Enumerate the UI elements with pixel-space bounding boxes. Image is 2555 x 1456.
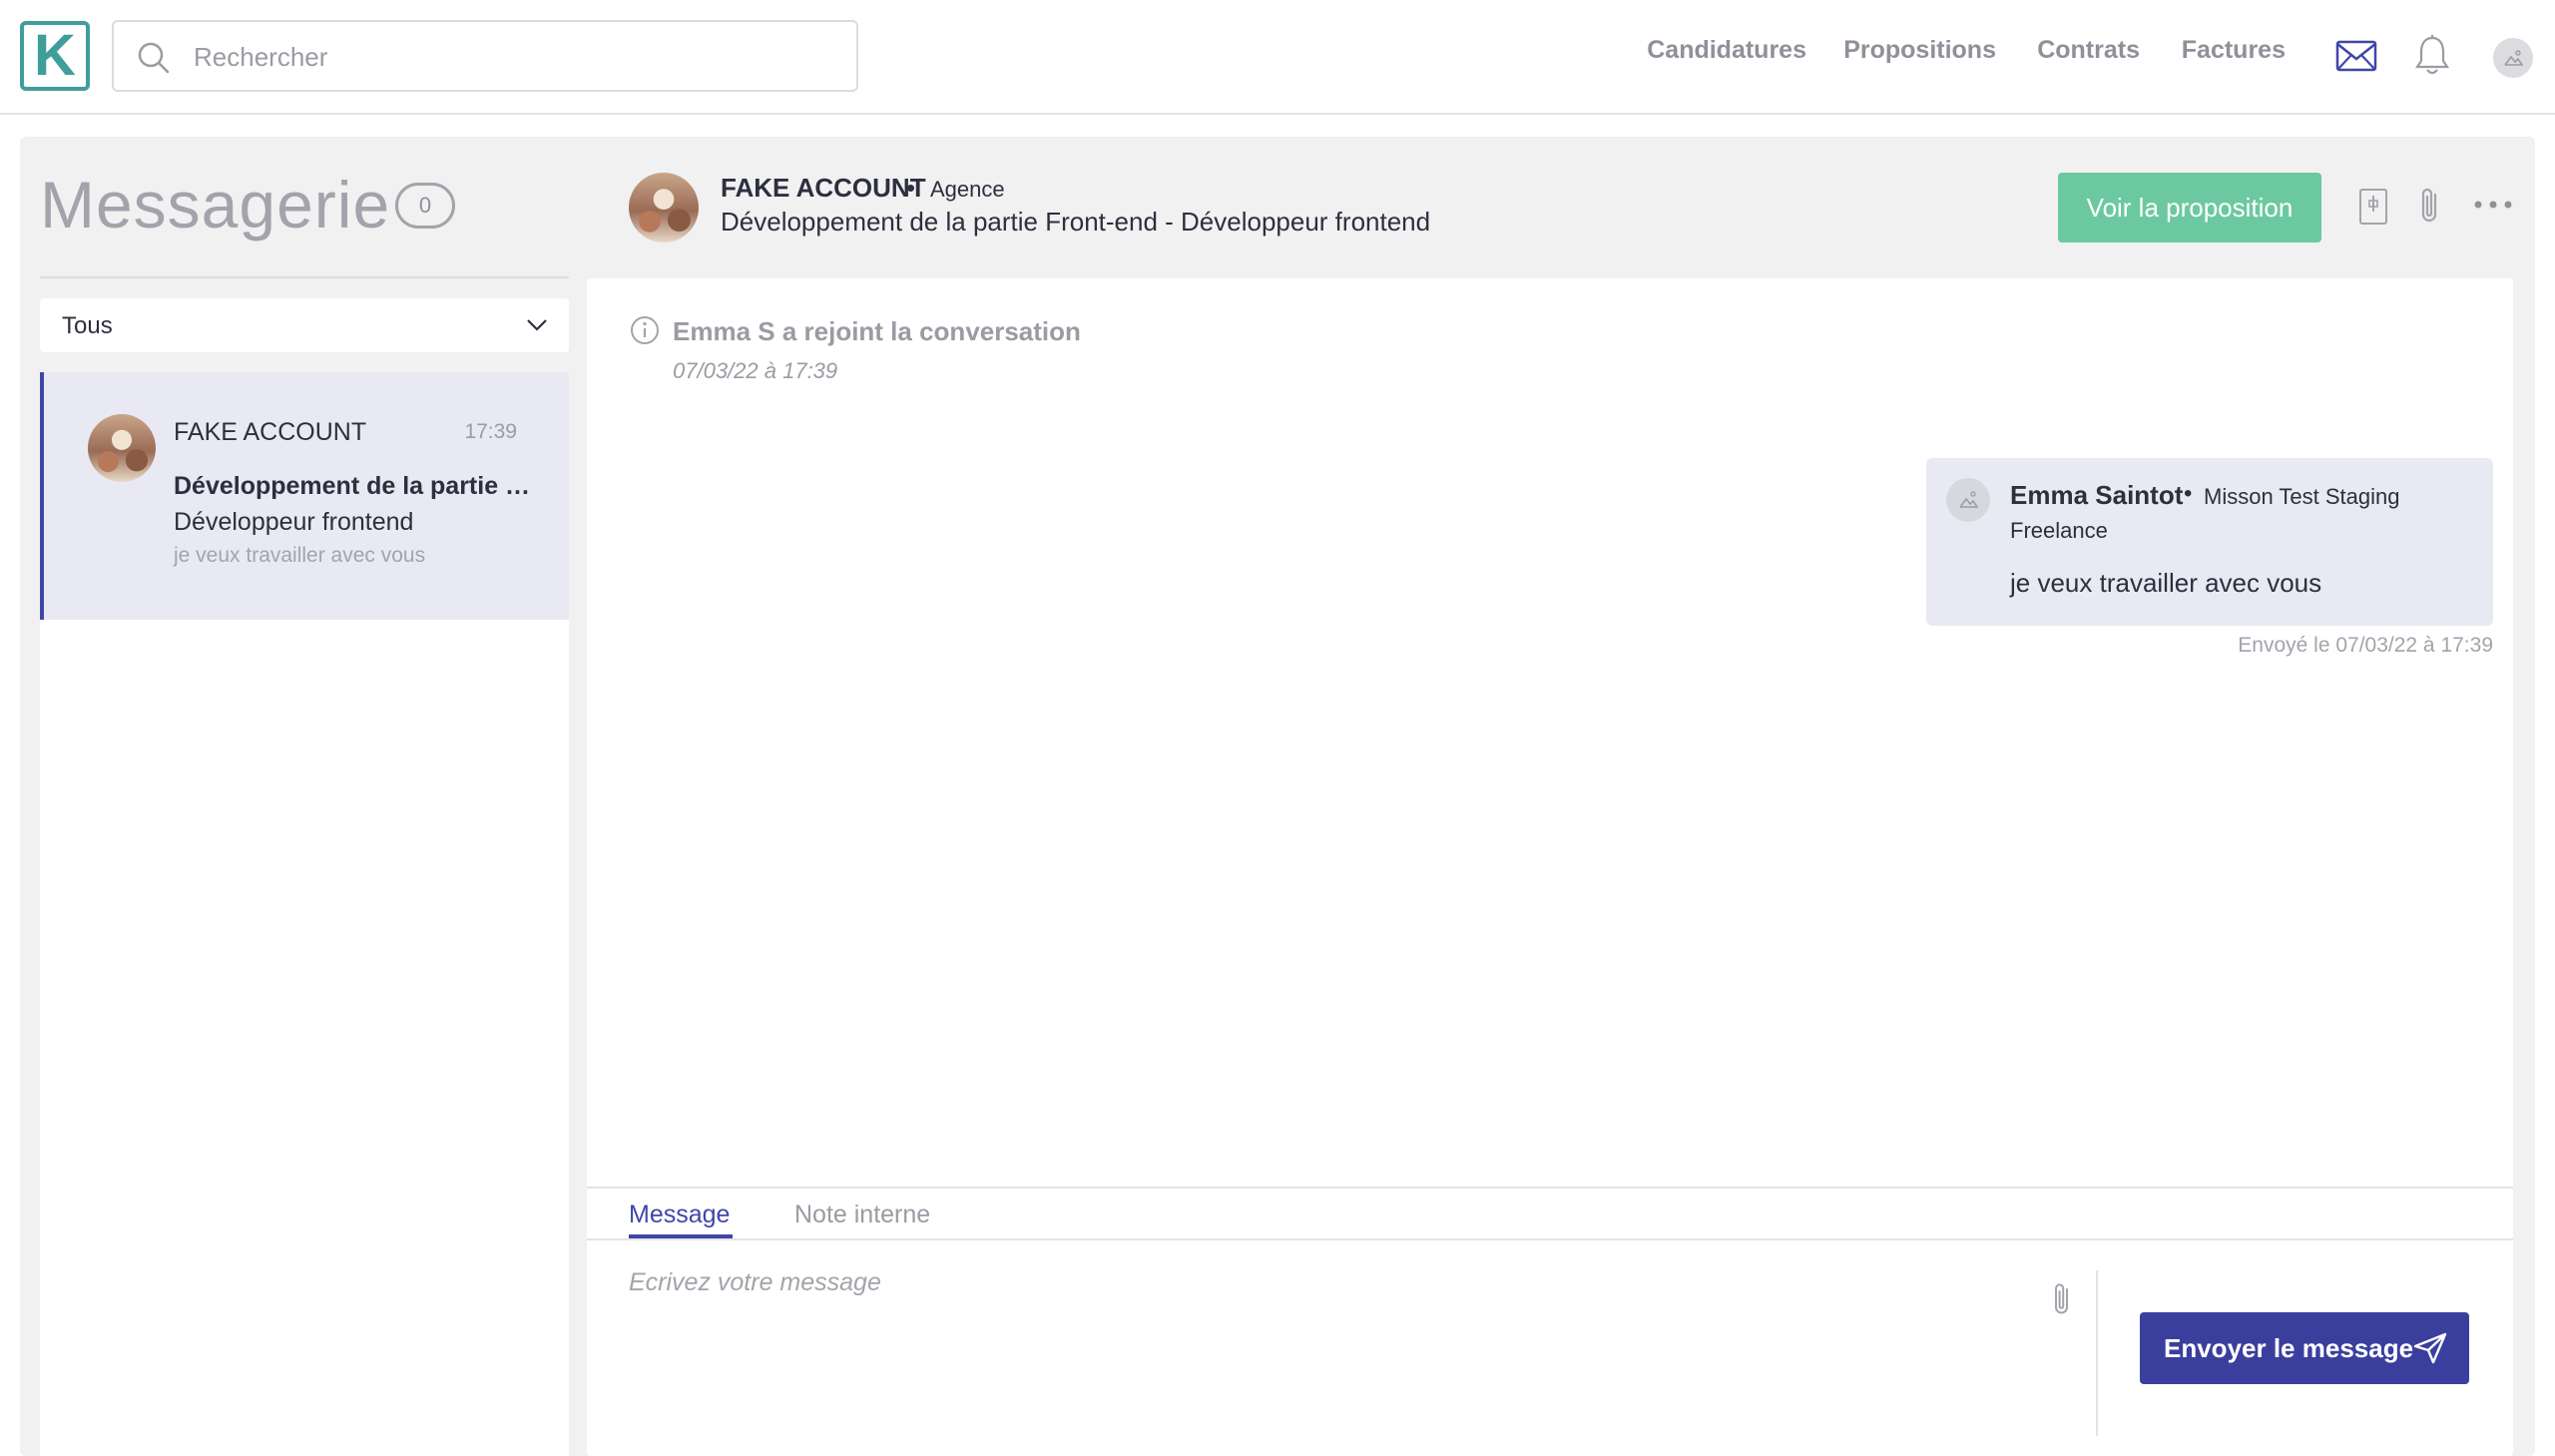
message-body: je veux travailler avec vous bbox=[2010, 568, 2322, 598]
conversation-role: Développeur frontend bbox=[174, 508, 414, 536]
message-sent-timestamp: Envoyé le 07/03/22 à 17:39 bbox=[2238, 634, 2493, 657]
more-options-icon[interactable] bbox=[2473, 199, 2513, 211]
tabs-divider bbox=[587, 1238, 2513, 1240]
message-separator: • bbox=[2184, 480, 2193, 507]
info-icon bbox=[631, 316, 659, 344]
message-mission: Misson Test Staging bbox=[2204, 484, 2400, 509]
view-proposal-button[interactable]: Voir la proposition bbox=[2058, 173, 2321, 243]
message-thread-panel: Emma S a rejoint la conversation 07/03/2… bbox=[587, 278, 2513, 1456]
search-box[interactable] bbox=[112, 20, 858, 92]
conversation-preview: je veux travailler avec vous bbox=[174, 544, 426, 567]
conversation-subject: Développement de la partie Front-end bbox=[174, 472, 543, 500]
messaging-frame: Messagerie 0 Tous FAKE ACCOUNT 17:39 Dév… bbox=[20, 137, 2535, 1456]
conversation-header: FAKE ACCOUNT • Agence Développement de l… bbox=[609, 137, 2535, 276]
conversation-sidebar: Messagerie 0 Tous FAKE ACCOUNT 17:39 Dév… bbox=[20, 137, 569, 1456]
mail-icon[interactable] bbox=[2335, 40, 2377, 72]
conversation-list: FAKE ACCOUNT 17:39 Développement de la p… bbox=[40, 372, 569, 1456]
composer-vertical-divider bbox=[2096, 1270, 2098, 1436]
conversation-list-item[interactable]: FAKE ACCOUNT 17:39 Développement de la p… bbox=[40, 372, 569, 620]
contact-avatar bbox=[88, 414, 156, 482]
send-icon bbox=[2413, 1332, 2447, 1364]
message-bubble: Emma Saintot • Misson Test Staging Freel… bbox=[1926, 458, 2493, 626]
attachment-icon[interactable] bbox=[2417, 185, 2443, 227]
sidebar-divider bbox=[40, 276, 569, 278]
logo-letter: K bbox=[34, 23, 76, 88]
sender-avatar bbox=[1946, 478, 1990, 522]
header-contact-role: Agence bbox=[930, 177, 1005, 202]
system-event-text: Emma S a rejoint la conversation bbox=[673, 316, 1081, 346]
document-icon[interactable] bbox=[2357, 187, 2389, 227]
nav-link-factures[interactable]: Factures bbox=[2182, 36, 2286, 65]
send-message-button[interactable]: Envoyer le message bbox=[2140, 1312, 2469, 1384]
message-input[interactable] bbox=[627, 1266, 2014, 1436]
nav-link-propositions[interactable]: Propositions bbox=[1843, 36, 1996, 65]
header-contact-name: FAKE ACCOUNT bbox=[721, 173, 926, 203]
search-icon bbox=[138, 42, 170, 74]
composer-attachment-icon[interactable] bbox=[2050, 1280, 2074, 1318]
tab-message[interactable]: Message bbox=[629, 1201, 730, 1229]
chevron-down-icon bbox=[527, 319, 547, 331]
filter-selected-value: Tous bbox=[62, 312, 113, 339]
image-placeholder-icon bbox=[1959, 491, 1979, 508]
conversation-time: 17:39 bbox=[464, 420, 517, 443]
nav-link-contrats[interactable]: Contrats bbox=[2037, 36, 2140, 65]
bell-icon[interactable] bbox=[2413, 34, 2451, 76]
message-sender-role: Freelance bbox=[2010, 518, 2108, 543]
user-avatar-icon[interactable] bbox=[2493, 38, 2533, 78]
top-navigation-bar: K Candidatures Propositions Contrats Fac… bbox=[0, 0, 2555, 115]
system-event-date: 07/03/22 à 17:39 bbox=[673, 358, 838, 383]
composer-divider-top bbox=[587, 1187, 2513, 1189]
page-title: Messagerie bbox=[40, 168, 391, 242]
send-button-label: Envoyer le message bbox=[2164, 1332, 2414, 1363]
nav-link-candidatures[interactable]: Candidatures bbox=[1647, 36, 1806, 65]
tab-internal-note[interactable]: Note interne bbox=[794, 1201, 930, 1229]
conversation-filter-select[interactable]: Tous bbox=[40, 298, 569, 352]
image-placeholder-icon bbox=[2504, 50, 2524, 66]
app-logo[interactable]: K bbox=[20, 21, 90, 91]
header-mission-title: Développement de la partie Front-end - D… bbox=[721, 207, 1431, 237]
message-sender-name: Emma Saintot bbox=[2010, 480, 2184, 510]
header-contact-avatar bbox=[629, 173, 699, 243]
conversation-contact-name: FAKE ACCOUNT bbox=[174, 418, 367, 446]
search-input[interactable] bbox=[192, 34, 830, 80]
unread-count-badge: 0 bbox=[395, 183, 455, 229]
header-separator: • bbox=[906, 173, 916, 203]
